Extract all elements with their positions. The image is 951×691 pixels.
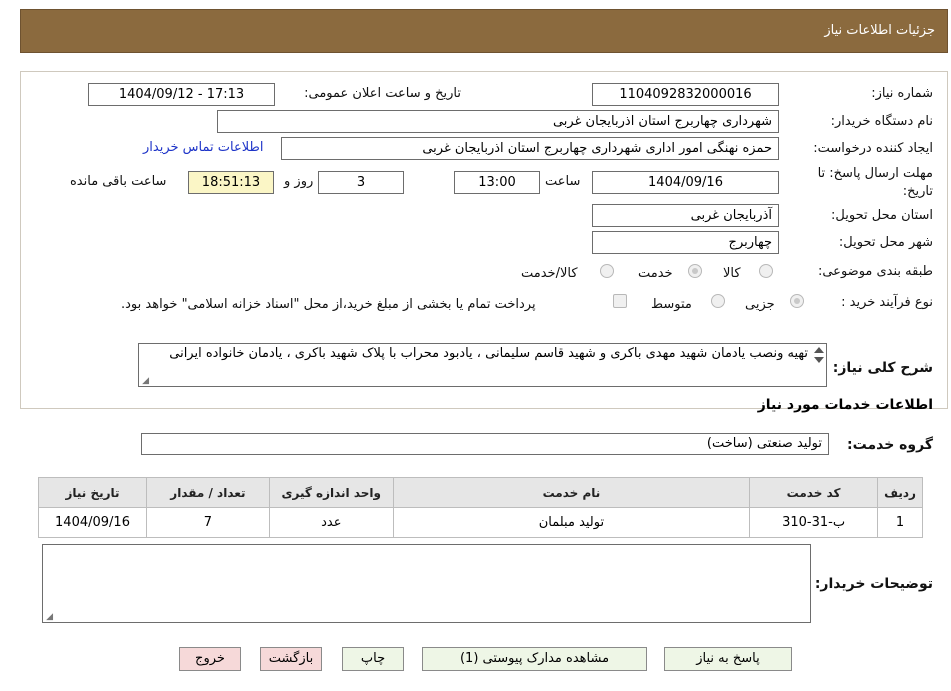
- category-goods-radio[interactable]: [759, 264, 773, 278]
- category-goods-service-radio[interactable]: [600, 264, 614, 278]
- days-label: روز و: [284, 174, 314, 189]
- print-button[interactable]: چاپ: [342, 647, 404, 671]
- deadline-label-date: تاریخ:: [902, 184, 933, 199]
- col-name: نام خدمت: [392, 477, 751, 508]
- col-code: کد خدمت: [749, 477, 879, 508]
- scroll-up-icon[interactable]: [814, 347, 824, 353]
- exit-button[interactable]: خروج: [179, 647, 241, 671]
- buyer-org-field: شهرداری چهاربرج استان اذربایجان غربی: [217, 110, 779, 133]
- announce-field: 1404/09/12 - 17:13: [88, 83, 275, 106]
- table-header-row: ردیف کد خدمت نام خدمت واحد اندازه گیری ت…: [38, 477, 923, 508]
- category-goods-service-label: کالا/خدمت: [521, 266, 578, 281]
- requester-field: حمزه نهنگی امور اداری شهرداری چهاربرج اس…: [281, 137, 779, 160]
- requester-label: ایجاد کننده درخواست:: [813, 141, 933, 156]
- category-service-radio[interactable]: [688, 264, 702, 278]
- cell-index: 1: [877, 507, 923, 538]
- service-group-field: تولید صنعتی (ساخت): [141, 433, 829, 455]
- process-minor-label: جزیی: [745, 297, 775, 312]
- announce-label: تاریخ و ساعت اعلان عمومی:: [304, 86, 461, 101]
- treasury-payment-checkbox[interactable]: [613, 294, 627, 308]
- category-service-label: خدمت: [638, 266, 673, 281]
- process-label: نوع فرآیند خرید :: [841, 295, 933, 310]
- view-attachments-button[interactable]: مشاهده مدارک پیوستی (1): [422, 647, 647, 671]
- deadline-date-field: 1404/09/16: [592, 171, 779, 194]
- buyer-org-label: نام دستگاه خریدار:: [830, 114, 933, 129]
- col-unit: واحد اندازه گیری: [268, 477, 394, 508]
- resize-grip-icon[interactable]: ◢: [45, 613, 53, 622]
- city-field: چهاربرج: [592, 231, 779, 254]
- province-label: استان محل تحویل:: [831, 208, 933, 223]
- back-button[interactable]: بازگشت: [260, 647, 322, 671]
- remaining-time-field: 18:51:13: [188, 171, 274, 194]
- service-group-label: گروه خدمت:: [847, 437, 933, 453]
- scroll-down-icon[interactable]: [814, 357, 824, 363]
- buyer-notes-label: توضیحات خریدار:: [814, 576, 933, 592]
- col-qty: تعداد / مقدار: [146, 477, 270, 508]
- remaining-label: ساعت باقی مانده: [70, 174, 167, 189]
- need-number-label: شماره نیاز:: [871, 86, 933, 101]
- services-section-title: اطلاعات خدمات مورد نیاز: [757, 397, 933, 413]
- resize-grip-icon[interactable]: ◢: [141, 377, 149, 386]
- cell-name: تولید مبلمان: [392, 507, 751, 538]
- table-row: 1 ب-31-310 تولید مبلمان عدد 7 1404/09/16: [38, 507, 923, 538]
- cell-code: ب-31-310: [749, 507, 879, 538]
- services-table: ردیف کد خدمت نام خدمت واحد اندازه گیری ت…: [38, 477, 923, 538]
- need-number-field: 1104092832000016: [592, 83, 779, 106]
- cell-unit: عدد: [268, 507, 394, 538]
- col-index: ردیف: [877, 477, 923, 508]
- page-header: جزئیات اطلاعات نیاز: [20, 9, 948, 53]
- deadline-time-label: ساعت: [545, 174, 581, 189]
- process-minor-radio[interactable]: [790, 294, 804, 308]
- days-field: 3: [318, 171, 404, 194]
- description-text: تهیه ونصب یادمان شهید مهدی باکری و شهید …: [169, 346, 808, 361]
- cell-qty: 7: [146, 507, 270, 538]
- category-label: طبقه بندی موضوعی:: [817, 264, 933, 279]
- deadline-time-field: 13:00: [454, 171, 540, 194]
- col-date: تاریخ نیاز: [38, 477, 147, 508]
- process-medium-radio[interactable]: [711, 294, 725, 308]
- description-label: شرح کلی نیاز:: [832, 360, 933, 376]
- deadline-label: مهلت ارسال پاسخ: تا: [817, 166, 933, 181]
- reply-button[interactable]: پاسخ به نیاز: [664, 647, 792, 671]
- description-textarea[interactable]: تهیه ونصب یادمان شهید مهدی باکری و شهید …: [138, 343, 827, 387]
- city-label: شهر محل تحویل:: [838, 235, 933, 250]
- cell-date: 1404/09/16: [38, 507, 147, 538]
- treasury-payment-label: پرداخت تمام یا بخشی از مبلغ خرید،از محل …: [121, 297, 536, 312]
- province-field: آذربایجان غربی: [592, 204, 779, 227]
- buyer-notes-textarea[interactable]: ◢: [42, 544, 811, 623]
- category-goods-label: کالا: [723, 266, 741, 281]
- contact-info-link[interactable]: اطلاعات تماس خریدار: [143, 140, 263, 155]
- process-medium-label: متوسط: [651, 297, 692, 312]
- page-title: جزئیات اطلاعات نیاز: [824, 23, 935, 38]
